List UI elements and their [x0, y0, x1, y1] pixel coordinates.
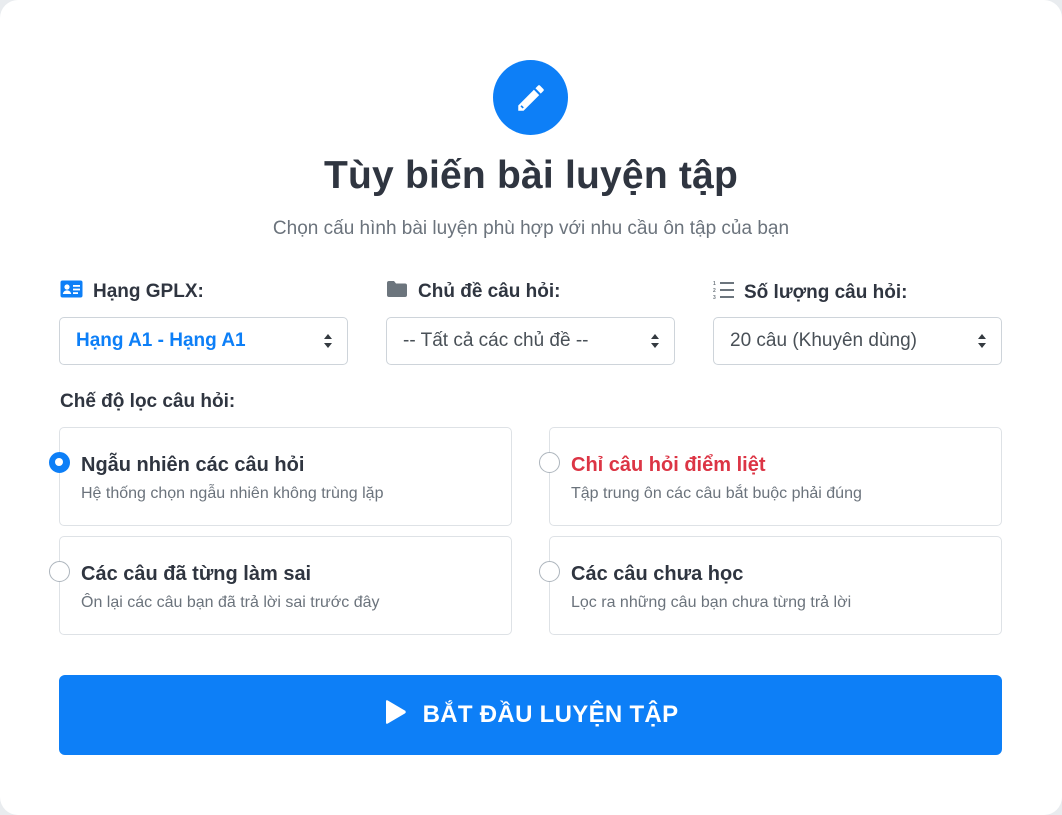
option-title: Ngẫu nhiên các câu hỏi: [81, 454, 305, 476]
option-description: Lọc ra những câu bạn chưa từng trả lời: [571, 594, 852, 611]
filter-option-critical[interactable]: Chỉ câu hỏi điểm liệt Tập trung ôn các c…: [539, 427, 1002, 526]
option-description: Tập trung ôn các câu bắt buộc phải đúng: [571, 485, 862, 502]
option-title: Các câu chưa học: [571, 563, 744, 585]
topic-select[interactable]: -- Tất cả các chủ đề --: [386, 317, 675, 365]
radio-critical[interactable]: [539, 452, 560, 473]
select-caret-icon: [978, 334, 986, 348]
svg-text:2: 2: [713, 288, 716, 294]
pencil-icon: [493, 60, 568, 135]
license-class-label: Hạng GPLX:: [60, 280, 204, 304]
radio-random[interactable]: [49, 452, 70, 473]
filter-mode-label: Chế độ lọc câu hỏi:: [60, 391, 236, 412]
license-class-select[interactable]: Hạng A1 - Hạng A1: [59, 317, 348, 365]
option-description: Hệ thống chọn ngẫu nhiên không trùng lặp: [81, 485, 384, 502]
id-card-icon: [60, 280, 83, 304]
filter-option-random[interactable]: Ngẫu nhiên các câu hỏi Hệ thống chọn ngẫ…: [49, 427, 512, 526]
select-caret-icon: [651, 334, 659, 348]
practice-config-card: Tùy biến bài luyện tập Chọn cấu hình bài…: [0, 0, 1062, 815]
option-title: Chỉ câu hỏi điểm liệt: [571, 454, 766, 476]
svg-text:3: 3: [713, 295, 716, 300]
svg-text:1: 1: [713, 281, 716, 287]
topic-label: Chủ đề câu hỏi:: [386, 280, 561, 304]
question-count-select[interactable]: 20 câu (Khuyên dùng): [713, 317, 1002, 365]
filter-option-wrong[interactable]: Các câu đã từng làm sai Ôn lại các câu b…: [49, 536, 512, 635]
filter-option-unlearned[interactable]: Các câu chưa học Lọc ra những câu bạn ch…: [539, 536, 1002, 635]
radio-unlearned[interactable]: [539, 561, 560, 582]
radio-wrong[interactable]: [49, 561, 70, 582]
numbered-list-icon: 1 2 3: [713, 280, 734, 306]
select-caret-icon: [324, 334, 332, 348]
folder-icon: [386, 280, 408, 304]
option-title: Các câu đã từng làm sai: [81, 563, 312, 585]
start-button-label: BẮT ĐẦU LUYỆN TẬP: [422, 701, 679, 728]
page-subtitle: Chọn cấu hình bài luyện phù hợp với nhu …: [272, 218, 790, 239]
play-icon: [383, 699, 407, 732]
option-description: Ôn lại các câu bạn đã trả lời sai trước …: [81, 594, 380, 611]
start-practice-button[interactable]: BẮT ĐẦU LUYỆN TẬP: [59, 675, 1002, 755]
page-title: Tùy biến bài luyện tập: [324, 154, 738, 197]
question-count-label: 1 2 3 Số lượng câu hỏi:: [713, 280, 907, 306]
